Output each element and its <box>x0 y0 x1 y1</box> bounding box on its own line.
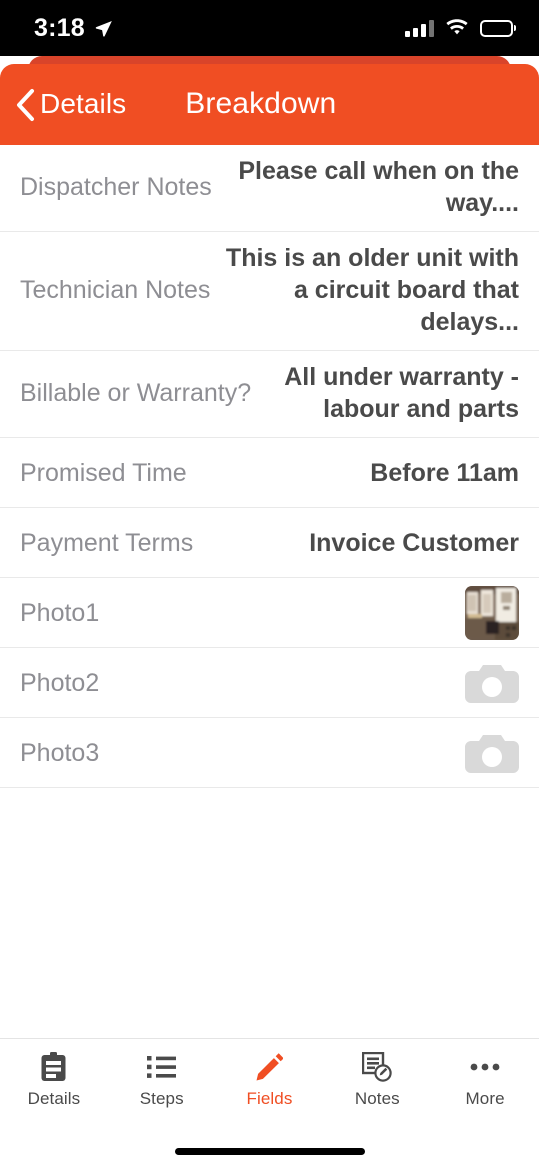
field-row-billable-or-warranty[interactable]: Billable or Warranty? All under warranty… <box>0 351 539 438</box>
chevron-left-icon <box>14 88 36 122</box>
field-label: Dispatcher Notes <box>20 173 212 201</box>
ellipsis-icon <box>470 1052 500 1082</box>
field-value: All under warranty - labour and parts <box>284 363 519 423</box>
tab-more[interactable]: More <box>431 1052 539 1107</box>
home-indicator-area <box>0 1134 539 1168</box>
navigation-header: Details Breakdown <box>0 56 539 145</box>
tab-details[interactable]: Details <box>0 1052 108 1107</box>
field-row-photo2[interactable]: Photo2 <box>0 648 539 718</box>
status-indicators <box>405 19 513 37</box>
note-edit-icon <box>362 1052 392 1082</box>
field-label: Photo1 <box>20 598 100 627</box>
field-row-photo1[interactable]: Photo1 <box>0 578 539 648</box>
field-label: Billable or Warranty? <box>20 379 252 407</box>
tab-label: Notes <box>354 1089 400 1108</box>
bottom-tab-bar: Details Steps Fields Notes More <box>0 1038 539 1134</box>
pencil-icon <box>255 1052 284 1082</box>
fields-list: Dispatcher Notes Please call when on the… <box>0 145 539 1038</box>
wifi-icon <box>445 19 469 37</box>
header-card: Details Breakdown <box>0 64 539 145</box>
tab-steps[interactable]: Steps <box>108 1052 216 1107</box>
status-bar: 3:18 <box>0 0 539 56</box>
field-value: Please call when on the way.... <box>238 157 519 217</box>
field-row-payment-terms[interactable]: Payment Terms Invoice Customer <box>0 508 539 578</box>
cellular-signal-icon <box>405 19 434 37</box>
page-title: Breakdown <box>185 86 337 120</box>
tab-label: Steps <box>139 1089 184 1108</box>
app-screen: 3:18 Details Breakdown Dispatcher Notes … <box>0 0 539 1168</box>
field-row-dispatcher-notes[interactable]: Dispatcher Notes Please call when on the… <box>0 145 539 232</box>
list-bullet-icon <box>147 1052 177 1082</box>
clipboard-icon <box>40 1052 67 1082</box>
tab-label: More <box>465 1089 505 1108</box>
back-button[interactable]: Details <box>0 88 126 122</box>
battery-low-power-icon <box>480 19 513 37</box>
field-label: Photo2 <box>20 668 100 697</box>
field-label: Promised Time <box>20 458 187 487</box>
tab-notes[interactable]: Notes <box>323 1052 431 1107</box>
camera-icon[interactable] <box>465 660 519 706</box>
field-row-photo3[interactable]: Photo3 <box>0 718 539 788</box>
field-label: Photo3 <box>20 738 100 767</box>
field-value: Before 11am <box>370 458 519 487</box>
tab-label: Details <box>27 1089 81 1108</box>
home-indicator[interactable] <box>174 1147 365 1155</box>
field-value: This is an older unit with a circuit boa… <box>225 244 519 336</box>
field-row-technician-notes[interactable]: Technician Notes This is an older unit w… <box>0 232 539 351</box>
back-button-label: Details <box>40 87 127 119</box>
field-label: Technician Notes <box>20 276 211 304</box>
location-arrow-icon <box>94 19 113 38</box>
tab-fields[interactable]: Fields <box>216 1052 324 1107</box>
status-time: 3:18 <box>34 13 85 42</box>
photo-thumbnail[interactable] <box>465 585 519 640</box>
camera-icon[interactable] <box>465 730 519 776</box>
tab-label: Fields <box>246 1089 293 1108</box>
field-value: Invoice Customer <box>309 528 519 557</box>
field-row-promised-time[interactable]: Promised Time Before 11am <box>0 438 539 508</box>
field-label: Payment Terms <box>20 528 194 557</box>
